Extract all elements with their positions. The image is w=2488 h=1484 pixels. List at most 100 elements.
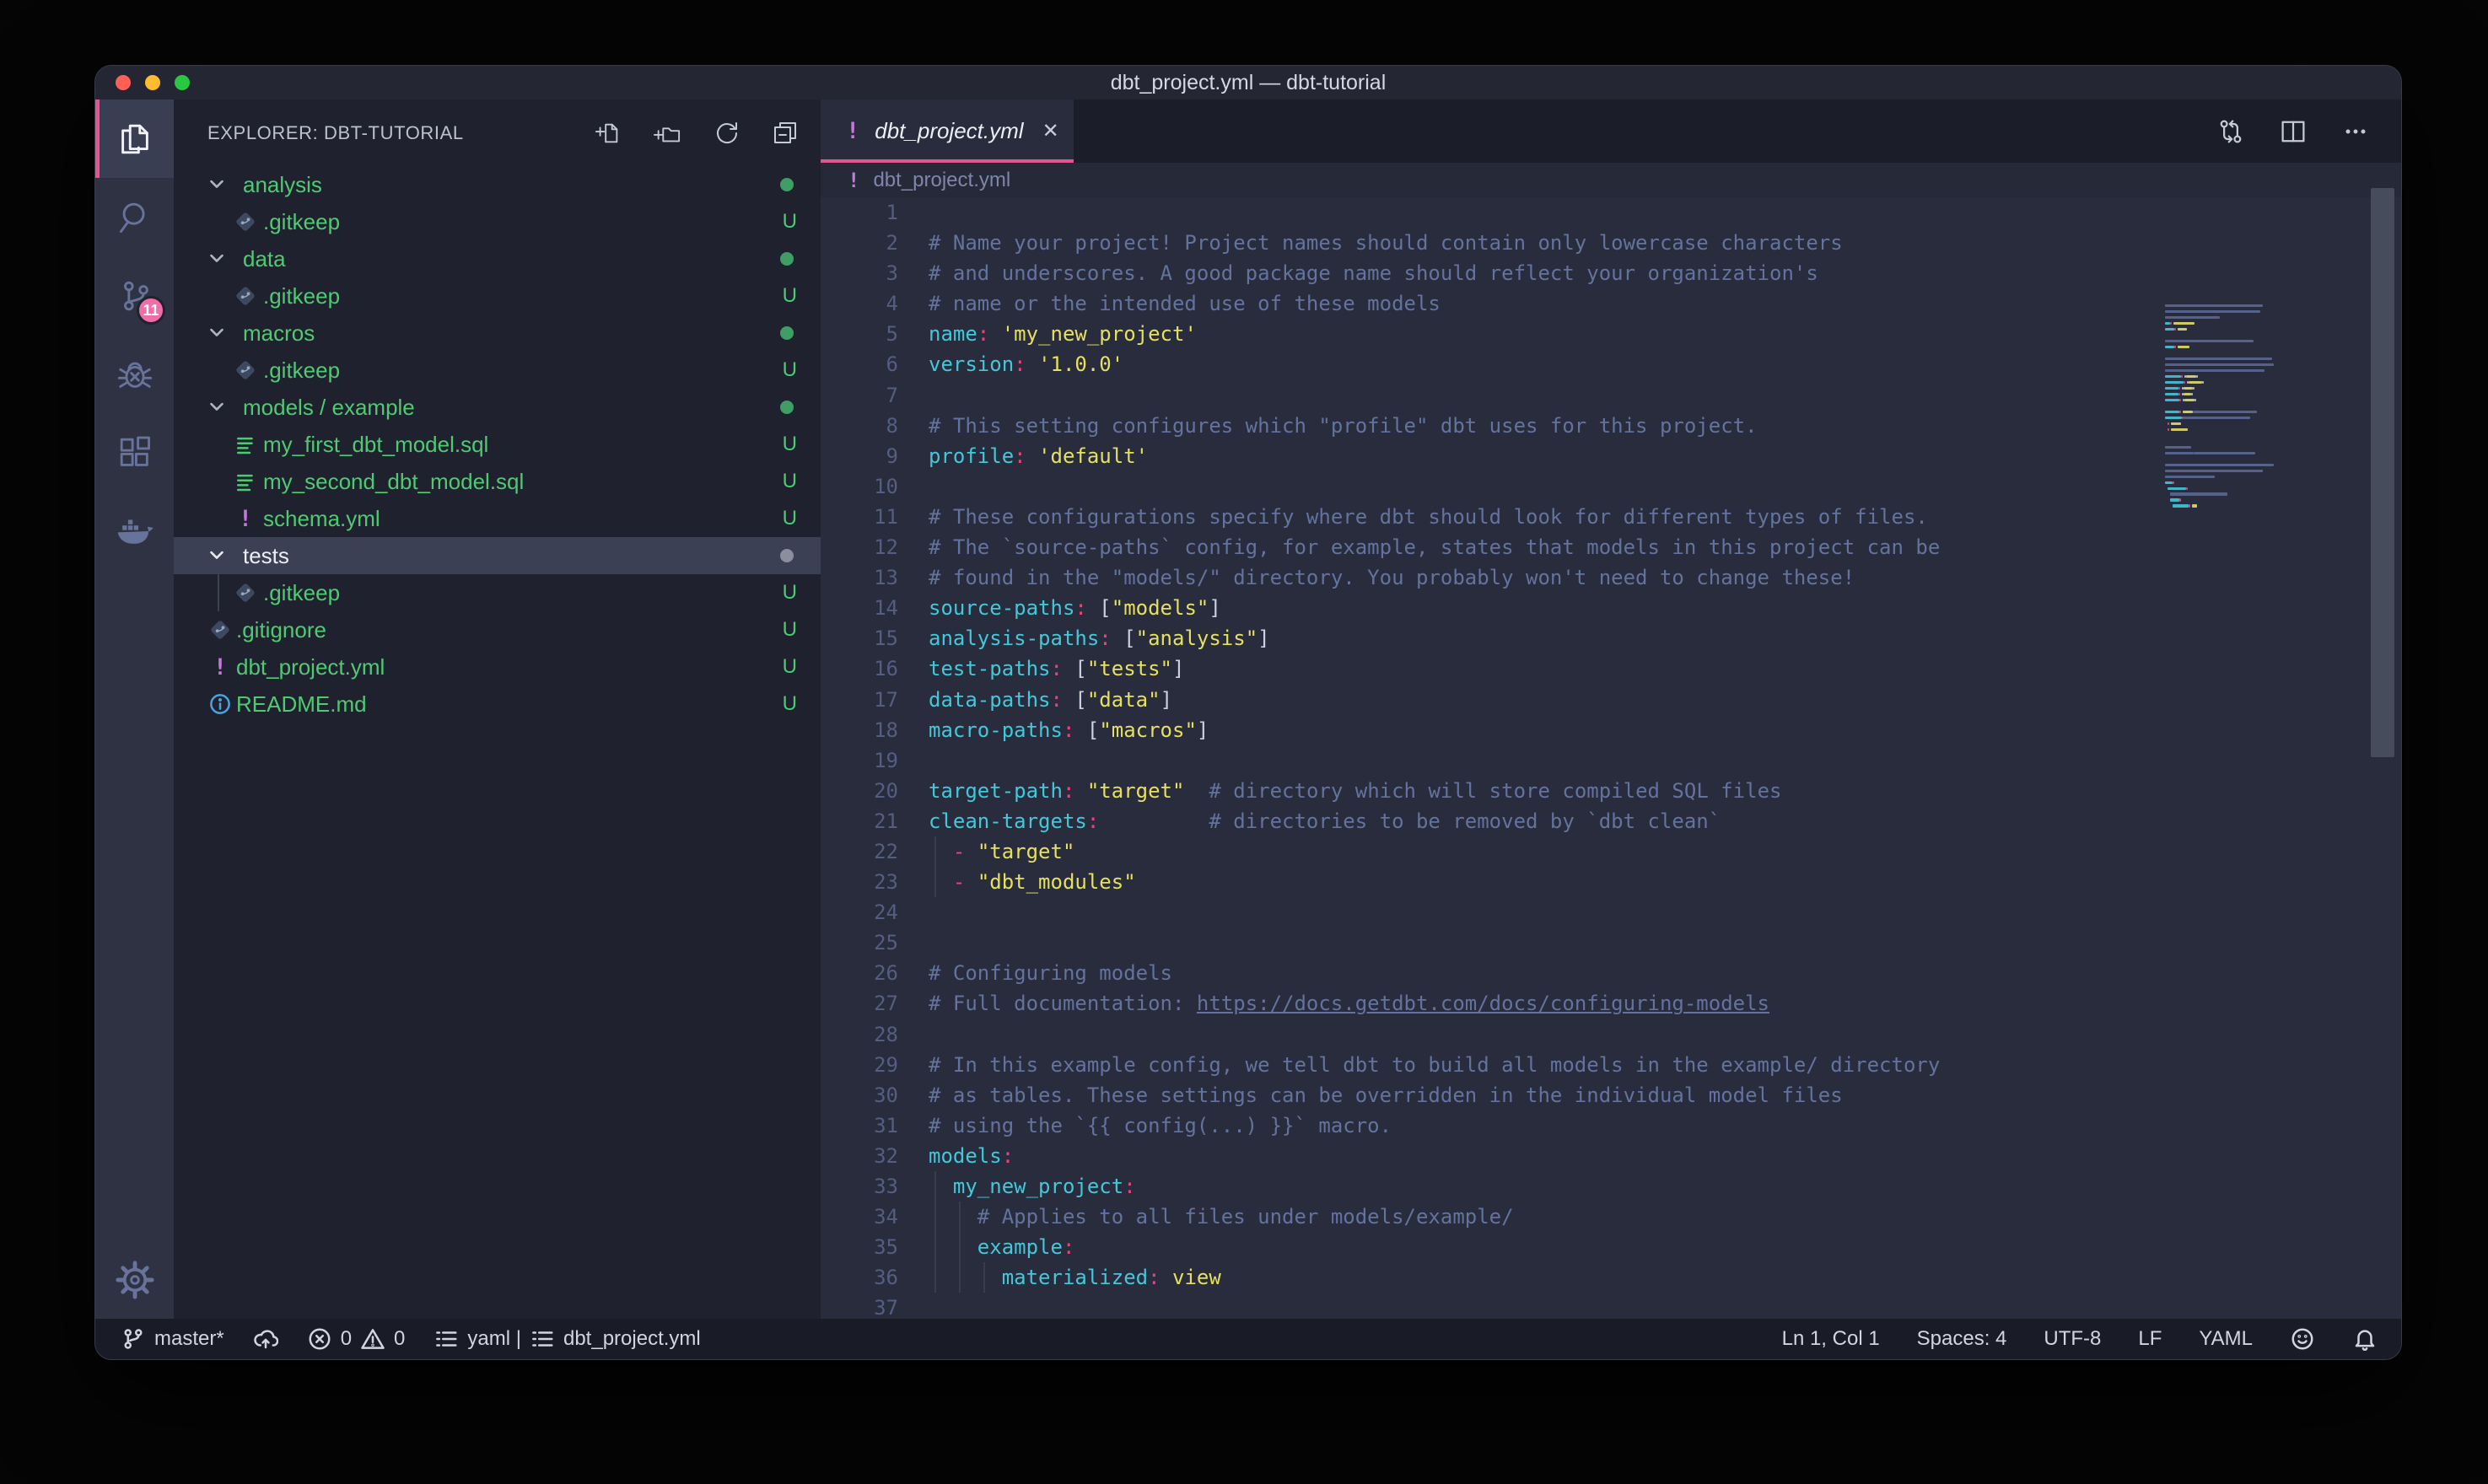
activity-item-search[interactable] bbox=[95, 178, 174, 256]
outline-status[interactable]: yaml |dbt_project.yml bbox=[434, 1326, 700, 1352]
git-untracked-badge: U bbox=[783, 433, 797, 456]
tree-item--gitkeep[interactable]: .gitkeepU bbox=[174, 203, 821, 240]
line-number: 3 bbox=[821, 258, 898, 288]
code-line: 9profile: 'default' bbox=[821, 441, 2401, 471]
close-tab-icon[interactable]: ✕ bbox=[1042, 119, 1059, 143]
tree-item-macros[interactable]: macros bbox=[174, 315, 821, 352]
readme-info-icon bbox=[207, 691, 233, 717]
window-title: dbt_project.yml — dbt-tutorial bbox=[1111, 71, 1387, 95]
file-label: my_second_dbt_model.sql bbox=[263, 469, 524, 495]
line-number: 24 bbox=[821, 897, 898, 928]
line-content: - "target" bbox=[929, 836, 1074, 867]
code-line: 10 bbox=[821, 471, 2401, 502]
code-line: 6 version: '1.0.0' bbox=[821, 349, 2401, 379]
errors-icon bbox=[307, 1326, 332, 1352]
split-editor-icon bbox=[2278, 116, 2308, 147]
collapse-all-icon bbox=[772, 120, 799, 147]
line-number: 37 bbox=[821, 1293, 898, 1319]
list-icon bbox=[530, 1326, 555, 1352]
zoom-window-button[interactable] bbox=[175, 75, 190, 90]
code-line: 33 my_new_project: bbox=[821, 1171, 2401, 1202]
run-debug-icon bbox=[116, 355, 154, 394]
close-window-button[interactable] bbox=[116, 75, 131, 90]
line-content: # using the `{{ config(...) }}` macro. bbox=[929, 1110, 1392, 1141]
activity-item-explorer[interactable] bbox=[95, 99, 174, 178]
collapse-all-button[interactable] bbox=[768, 116, 802, 150]
activity-item-extensions[interactable] bbox=[95, 413, 174, 492]
tree-item--gitignore[interactable]: .gitignoreU bbox=[174, 611, 821, 648]
line-content: my_new_project: bbox=[929, 1171, 1136, 1202]
file-label: .gitkeep bbox=[263, 209, 340, 235]
tree-item-models-example[interactable]: models / example bbox=[174, 389, 821, 426]
tree-item--gitkeep[interactable]: .gitkeepU bbox=[174, 352, 821, 389]
git-untracked-badge: U bbox=[783, 470, 797, 493]
tree-item-analysis[interactable]: analysis bbox=[174, 166, 821, 203]
activity-item-docker[interactable] bbox=[95, 492, 174, 570]
feedback[interactable] bbox=[2290, 1326, 2315, 1352]
line-number: 6 bbox=[821, 349, 898, 379]
minimize-window-button[interactable] bbox=[145, 75, 160, 90]
open-changes-button[interactable] bbox=[2216, 116, 2246, 147]
line-number: 10 bbox=[821, 471, 898, 502]
tree-item-my-second-dbt-model-sql[interactable]: my_second_dbt_model.sql U bbox=[174, 463, 821, 500]
file-label: dbt_project.yml bbox=[236, 654, 385, 680]
line-content: example: bbox=[929, 1232, 1074, 1262]
yaml-warning-icon: ! bbox=[846, 118, 859, 144]
git-file-icon bbox=[233, 283, 258, 309]
feedback-smiley-icon bbox=[2290, 1326, 2315, 1352]
explorer-sidebar: EXPLORER: DBT-TUTORIAL analysis .gitkeep U… bbox=[174, 99, 821, 1319]
new-folder-button[interactable] bbox=[650, 116, 684, 150]
split-editor-button[interactable] bbox=[2278, 116, 2308, 147]
tree-item-tests[interactable]: tests bbox=[174, 537, 821, 574]
tree-item-dbt-project-yml[interactable]: !dbt_project.ymlU bbox=[174, 648, 821, 686]
line-content: version: '1.0.0' bbox=[929, 349, 1123, 379]
editor-scrollbar[interactable] bbox=[2371, 188, 2394, 757]
activity-item-settings[interactable] bbox=[95, 1240, 174, 1319]
encoding[interactable]: UTF-8 bbox=[2044, 1327, 2101, 1351]
refresh-button[interactable] bbox=[709, 116, 743, 150]
tree-item-readme-md[interactable]: README.mdU bbox=[174, 686, 821, 723]
explorer-header: EXPLORER: DBT-TUTORIAL bbox=[174, 99, 821, 166]
tab-dbt-project-yml[interactable]: ! dbt_project.yml ✕ bbox=[821, 99, 1074, 163]
line-content: # Full documentation: https://docs.getdb… bbox=[929, 988, 1769, 1019]
git-untracked-badge: U bbox=[783, 581, 797, 605]
file-tree: analysis .gitkeep Udata .gitkeep Umacros .git… bbox=[174, 166, 821, 1319]
file-label: .gitkeep bbox=[263, 580, 340, 606]
new-file-button[interactable] bbox=[591, 116, 625, 150]
tree-item--gitkeep[interactable]: .gitkeep U bbox=[174, 574, 821, 611]
minimap[interactable] bbox=[2165, 298, 2361, 516]
cursor-position[interactable]: Ln 1, Col 1 bbox=[1782, 1327, 1880, 1351]
line-content: data-paths: ["data"] bbox=[929, 685, 1172, 715]
git-untracked-badge: U bbox=[783, 507, 797, 530]
line-number: 36 bbox=[821, 1262, 898, 1293]
git-branch-status[interactable]: master* bbox=[121, 1326, 224, 1352]
sync-changes[interactable] bbox=[253, 1326, 278, 1352]
notifications[interactable] bbox=[2352, 1326, 2378, 1352]
cursor-position-label: Ln 1, Col 1 bbox=[1782, 1327, 1880, 1351]
activity-item-run-debug[interactable] bbox=[95, 335, 174, 413]
eol[interactable]: LF bbox=[2138, 1327, 2162, 1351]
problems[interactable]: 00 bbox=[307, 1326, 406, 1352]
language-mode[interactable]: YAML bbox=[2199, 1327, 2253, 1351]
line-content: # In this example config, we tell dbt to… bbox=[929, 1050, 1940, 1080]
code-editor[interactable]: 12# Name your project! Project names sho… bbox=[821, 197, 2401, 1319]
line-number: 16 bbox=[821, 653, 898, 684]
activity-bar: 11 bbox=[95, 99, 174, 1319]
tree-item-data[interactable]: data bbox=[174, 240, 821, 277]
activity-item-source-control[interactable]: 11 bbox=[95, 256, 174, 335]
tree-item-my-first-dbt-model-sql[interactable]: my_first_dbt_model.sqlU bbox=[174, 426, 821, 463]
line-number: 23 bbox=[821, 867, 898, 897]
line-content: # Name your project! Project names shoul… bbox=[929, 228, 1843, 258]
code-line: 13# found in the "models/" directory. Yo… bbox=[821, 562, 2401, 593]
tree-item--gitkeep[interactable]: .gitkeepU bbox=[174, 277, 821, 315]
more-actions-icon bbox=[2340, 116, 2371, 147]
indentation[interactable]: Spaces: 4 bbox=[1917, 1327, 2007, 1351]
breadcrumb[interactable]: ! dbt_project.yml bbox=[821, 163, 2401, 197]
more-actions-button[interactable] bbox=[2340, 116, 2371, 147]
settings-icon bbox=[116, 1261, 154, 1299]
code-line: 27# Full documentation: https://docs.get… bbox=[821, 988, 2401, 1019]
folder-label: analysis bbox=[243, 172, 322, 198]
line-content: # and underscores. A good package name s… bbox=[929, 258, 1818, 288]
line-number: 8 bbox=[821, 411, 898, 441]
tree-item-schema-yml[interactable]: !schema.ymlU bbox=[174, 500, 821, 537]
